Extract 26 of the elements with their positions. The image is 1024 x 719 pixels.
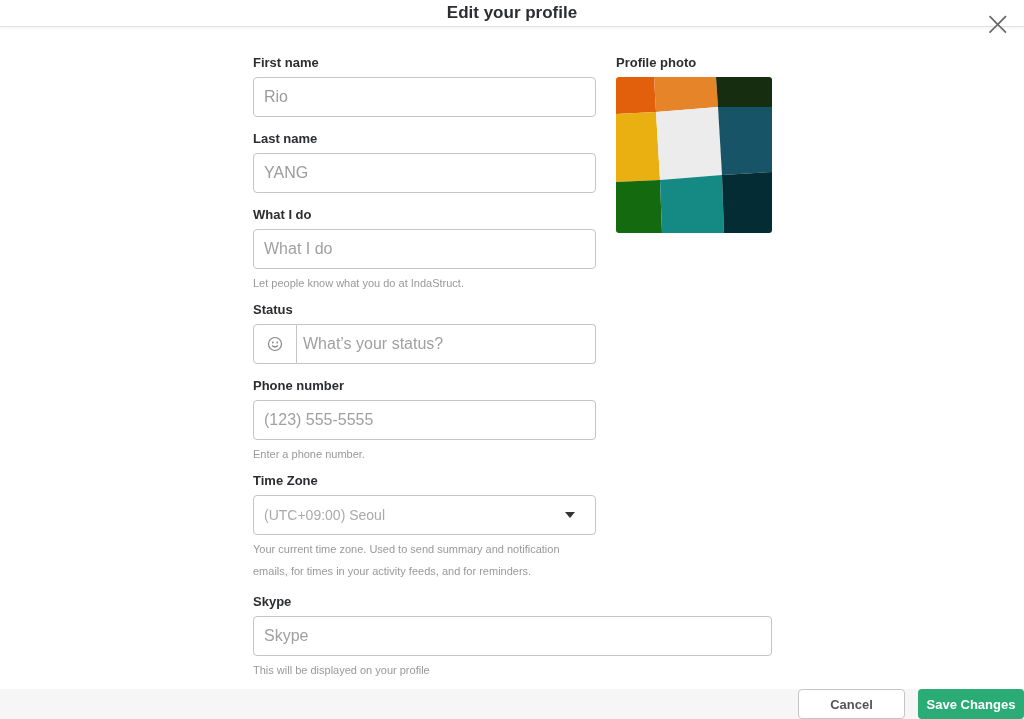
field-label: Last name [253,131,318,147]
help-text: Your current time zone. Used to send summary and notification emails, for times in your activity feeds, and for reminders. [253,542,561,579]
input-field[interactable]: Skype [253,616,772,656]
help-text: Let people know what you do at IndaStruct. [253,276,465,291]
input-field[interactable]: YANG [253,153,596,193]
help-text: This will be displayed on your profile [253,663,431,678]
input-field[interactable]: What I do [253,229,596,269]
field-label: Skype [253,594,292,610]
status-field[interactable]: What’s your status? [297,324,596,364]
field-label: First name [253,55,319,71]
field-label: Profile photo [616,55,697,71]
field-label: Status [253,302,293,318]
dialog-title: Edit your profile [446,3,578,23]
smiley-icon[interactable] [267,336,283,352]
input-field[interactable]: (123) 555-5555 [253,400,596,440]
cancel-button[interactable]: Cancel [798,689,905,719]
field-label: What I do [253,207,312,223]
save-button[interactable]: Save Changes [918,689,1024,719]
timezone-dropdown[interactable]: (UTC+09:00) Seoul [253,495,596,535]
input-field[interactable]: Rio [253,77,596,117]
close-button[interactable]: × [979,6,1016,40]
help-text: Enter a phone number. [253,447,366,462]
emoji-button[interactable] [253,324,297,364]
field-label: Time Zone [253,473,318,489]
caret-icon [565,512,575,518]
field-label: Phone number [253,378,344,394]
